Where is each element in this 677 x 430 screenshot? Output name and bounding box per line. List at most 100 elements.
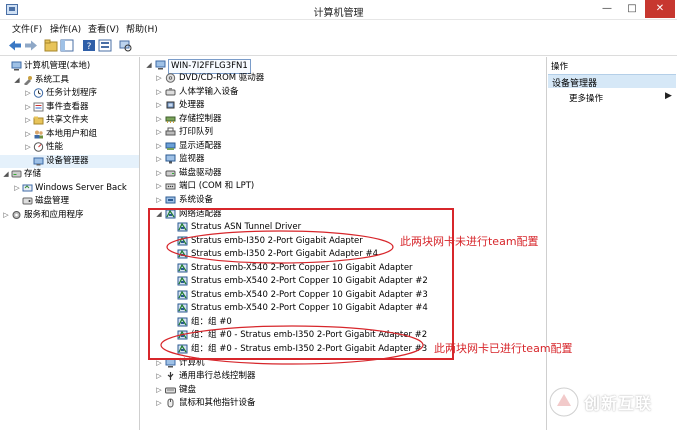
event-icon [33,102,44,112]
minimize-button[interactable]: — [595,0,619,18]
nav-tree-item-label: 服务和应用程序 [24,209,84,220]
expand-arrow-icon[interactable]: ▷ [155,140,163,153]
annotation-ellipse-not-teamed [166,230,394,264]
nav-tree-item-label: Windows Server Back [35,182,127,193]
hid-icon [165,87,176,97]
toolbar: ? [0,36,677,56]
watermark-logo-icon [549,387,579,417]
device-tree-item-label: 鼠标和其他指针设备 [179,398,256,409]
folder-icon [33,115,44,125]
device-tree-item-label: 端口 (COM 和 LPT) [179,181,255,192]
expand-arrow-icon[interactable]: ▷ [24,101,32,114]
expand-arrow-icon[interactable]: ▷ [24,114,32,127]
nav-tree-item[interactable]: 设备管理器 [0,154,139,168]
processor-icon [165,100,176,110]
close-button[interactable]: ✕ [645,0,675,18]
nav-tree-item[interactable]: ▷ 任务计划程序 [0,87,139,100]
nav-tree-item-label: 共享文件夹 [46,115,89,125]
storage-controller-icon [165,114,176,124]
properties-icon[interactable] [98,39,112,52]
collapse-arrow-icon[interactable]: ◢ [2,168,10,181]
nav-tree-item[interactable]: ▷ 本地用户和组 [0,128,139,141]
nav-tree-item[interactable]: ▷ Windows Server Back [0,182,139,195]
device-tree-item-label: 处理器 [179,100,205,111]
expand-arrow-icon[interactable]: ▷ [24,87,32,100]
show-hide-tree-icon[interactable] [60,39,74,52]
nav-tree-item[interactable]: 磁盘管理 [0,195,139,208]
expand-arrow-icon[interactable]: ▷ [24,128,32,141]
actions-section-device-manager[interactable]: 设备管理器 [548,74,676,89]
annotation-not-teamed: 此两块网卡未进行team配置 [400,235,539,248]
expand-arrow-icon[interactable]: ▷ [155,370,163,383]
nav-tree-item[interactable]: 计算机管理(本地) [0,60,139,73]
nav-tree-item-label: 磁盘管理 [35,196,70,206]
expand-arrow-icon[interactable]: ▷ [155,72,163,85]
device-tree-item-label: 磁盘驱动器 [179,167,222,178]
expand-arrow-icon[interactable]: ▷ [24,141,32,154]
nav-tree-item[interactable]: ◢ 存储 [0,168,139,181]
expand-arrow-icon[interactable]: ▷ [13,182,21,195]
dvd-icon [165,73,176,83]
expand-arrow-icon[interactable]: ▷ [155,194,163,207]
forward-arrow-icon[interactable] [24,39,38,52]
maximize-button[interactable]: □ [620,0,644,18]
expand-arrow-icon[interactable]: ▷ [155,180,163,193]
usb-icon [165,371,176,381]
title-bar: 计算机管理 — □ ✕ [0,0,677,20]
display-icon [165,141,176,151]
nav-tree-item-label: 设备管理器 [46,155,89,166]
device-manager-icon [33,156,44,166]
actions-pane: 操作 设备管理器 更多操作 ▶ [546,57,677,430]
disk-icon [22,196,33,206]
expand-arrow-icon[interactable]: ▷ [155,397,163,410]
navigation-tree: 计算机管理(本地) ◢ 系统工具 ▷ 任务计划程序 ▷ 事件查看器 ▷ 共享文件夹 ▷ 本地用户和组… [0,57,140,430]
window-title: 计算机管理 [313,8,364,19]
collapse-arrow-icon[interactable]: ◢ [13,74,21,87]
up-folder-icon[interactable] [44,39,58,52]
nav-tree-item[interactable]: ▷ 事件查看器 [0,101,139,114]
expand-arrow-icon[interactable]: ▷ [155,167,163,180]
device-tree-item-label: 人体学输入设备 [179,86,239,97]
expand-arrow-icon[interactable]: ▷ [155,86,163,99]
users-icon [33,129,44,139]
storage-icon [11,169,22,179]
more-actions-link[interactable]: 更多操作 [569,92,603,104]
nav-tree-item[interactable]: ▷ 服务和应用程序 [0,209,139,222]
expand-arrow-icon[interactable]: ▷ [155,384,163,397]
menu-view[interactable]: 查看(V) [88,22,119,35]
expand-arrow-icon[interactable]: ▷ [155,113,163,126]
watermark-text: 创新互联 [584,394,653,413]
port-icon [165,181,176,191]
disk-drive-icon [165,168,176,178]
device-tree-item-label: 通用串行总线控制器 [179,371,256,382]
device-tree-item-label: DVD/CD-ROM 驱动器 [179,73,265,83]
expand-arrow-icon[interactable]: ▷ [2,209,10,222]
collapse-arrow-icon[interactable]: ◢ [145,59,153,72]
clock-icon [33,88,44,98]
back-arrow-icon[interactable] [8,39,22,52]
device-tree-item-label: 系统设备 [179,194,214,205]
services-icon [11,210,22,220]
nav-tree-item-label: 本地用户和组 [46,128,98,139]
scan-hardware-icon[interactable] [118,39,132,52]
help-icon[interactable]: ? [82,39,96,52]
device-tree-item-label: 监视器 [179,154,205,165]
nav-tree-item[interactable]: ▷ 共享文件夹 [0,114,139,127]
nav-tree-item[interactable]: ▷ 性能 [0,141,139,154]
menu-help[interactable]: 帮助(H) [126,22,158,35]
expand-arrow-icon[interactable]: ▷ [155,153,163,166]
tools-icon [22,75,33,86]
menu-file[interactable]: 文件(F) [12,22,42,35]
printer-icon [165,127,176,137]
menu-action[interactable]: 操作(A) [50,22,81,35]
nav-tree-item-label: 性能 [46,142,64,152]
nav-tree-item-label: 系统工具 [35,74,70,85]
expand-arrow-icon[interactable]: ▷ [155,126,163,139]
expand-arrow-icon[interactable]: ▷ [155,99,163,112]
actions-header: 操作 [551,62,569,72]
more-actions-arrow-icon[interactable]: ▶ [665,91,672,101]
menu-bar: 文件(F) 操作(A) 查看(V) 帮助(H) [0,20,677,36]
nav-tree-item-label: 计算机管理(本地) [24,61,91,71]
svg-text:?: ? [87,42,92,52]
nav-tree-item[interactable]: ◢ 系统工具 [0,74,139,87]
